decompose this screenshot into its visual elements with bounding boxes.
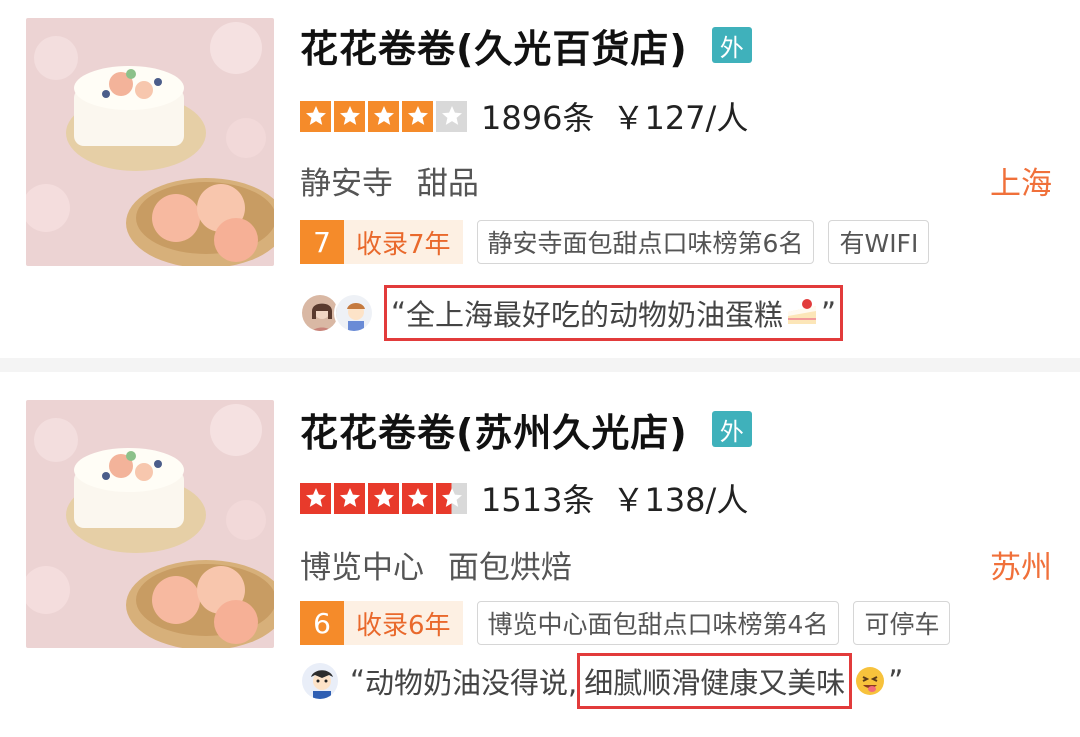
review-quote-row: “ 全上海最好吃的动物奶油蛋糕 ”	[300, 280, 844, 346]
star-icon	[334, 100, 365, 132]
highlighted-quote-text: 细腻顺滑健康又美味	[577, 653, 853, 709]
shop-name[interactable]: 花花卷卷(久光百货店)	[300, 18, 688, 73]
years-listed-badge: 7 收录7年	[300, 220, 463, 264]
takeout-badge: 外	[711, 27, 752, 63]
price-per-person: ￥138/人	[612, 481, 749, 519]
years-text: 收录7年	[344, 220, 463, 264]
review-quote[interactable]: “ 全上海最好吃的动物奶油蛋糕 ”	[384, 285, 844, 341]
review-quote-row: “ 动物奶油没得说, 细腻顺滑健康又美味 ”	[300, 648, 903, 714]
city-label: 上海	[990, 165, 1052, 202]
years-text: 收录6年	[344, 601, 463, 645]
shop-listing-card[interactable]: 花花卷卷(苏州久光店) 外 1513条 ￥138/人 博览中心 面包烘焙 苏州 …	[0, 372, 1080, 737]
yum-face-icon	[854, 665, 886, 697]
takeout-badge: 外	[711, 411, 752, 447]
review-quote[interactable]: “ 动物奶油没得说, 细腻顺滑健康又美味 ”	[350, 653, 903, 709]
quote-plain-text: 动物奶油没得说,	[365, 666, 578, 700]
category-row: 博览中心 面包烘焙 苏州	[300, 542, 1052, 586]
card-separator	[0, 358, 1080, 372]
years-listed-badge: 6 收录6年	[300, 601, 463, 645]
star-empty-icon	[436, 100, 467, 132]
star-half-icon	[436, 482, 467, 514]
star-icon	[402, 482, 433, 514]
category-label: 面包烘焙	[447, 549, 572, 586]
quote-text: 全上海最好吃的动物奶油蛋糕	[406, 298, 784, 332]
ranking-tag[interactable]: 静安寺面包甜点口味榜第6名	[476, 220, 815, 264]
rating-row: 1896条 ￥127/人	[300, 96, 749, 137]
shop-name[interactable]: 花花卷卷(苏州久光店)	[300, 402, 688, 457]
title-row: 花花卷卷(久光百货店) 外	[300, 16, 752, 74]
feature-tag: 有WIFI	[828, 220, 930, 264]
quote-open: “	[350, 664, 366, 698]
shortcake-icon	[785, 298, 819, 328]
star-rating	[300, 482, 467, 514]
shop-thumbnail[interactable]	[26, 400, 274, 648]
star-icon	[368, 100, 399, 132]
price-per-person: ￥127/人	[612, 99, 749, 137]
star-icon	[368, 482, 399, 514]
city-label: 苏州	[990, 549, 1052, 586]
avatar-cartoon-icon	[300, 661, 340, 701]
quote-open: “	[391, 296, 407, 330]
quote-close: ”	[821, 296, 837, 330]
area-label: 博览中心	[300, 549, 424, 586]
review-count: 1896条	[481, 99, 595, 137]
star-icon	[334, 482, 365, 514]
tag-row: 6 收录6年 博览中心面包甜点口味榜第4名 可停车	[300, 600, 951, 646]
category-row: 静安寺 甜品 上海	[300, 158, 1052, 202]
years-number: 7	[300, 220, 344, 264]
star-icon	[300, 100, 331, 132]
area-label: 静安寺	[300, 165, 393, 202]
star-icon	[300, 482, 331, 514]
star-rating	[300, 100, 467, 132]
category-label: 甜品	[416, 165, 479, 202]
quote-close: ”	[888, 664, 904, 698]
shop-listing-card[interactable]: 花花卷卷(久光百货店) 外 1896条 ￥127/人 静安寺 甜品 上海 7 收…	[0, 0, 1080, 358]
rating-row: 1513条 ￥138/人	[300, 478, 749, 519]
ranking-tag[interactable]: 博览中心面包甜点口味榜第4名	[476, 601, 840, 645]
shop-thumbnail[interactable]	[26, 18, 274, 266]
tag-row: 7 收录7年 静安寺面包甜点口味榜第6名 有WIFI	[300, 219, 930, 265]
years-number: 6	[300, 601, 344, 645]
avatar-cartoon-icon	[334, 293, 374, 333]
title-row: 花花卷卷(苏州久光店) 外	[300, 400, 752, 458]
feature-tag: 可停车	[853, 601, 951, 645]
review-count: 1513条	[481, 481, 595, 519]
star-icon	[402, 100, 433, 132]
